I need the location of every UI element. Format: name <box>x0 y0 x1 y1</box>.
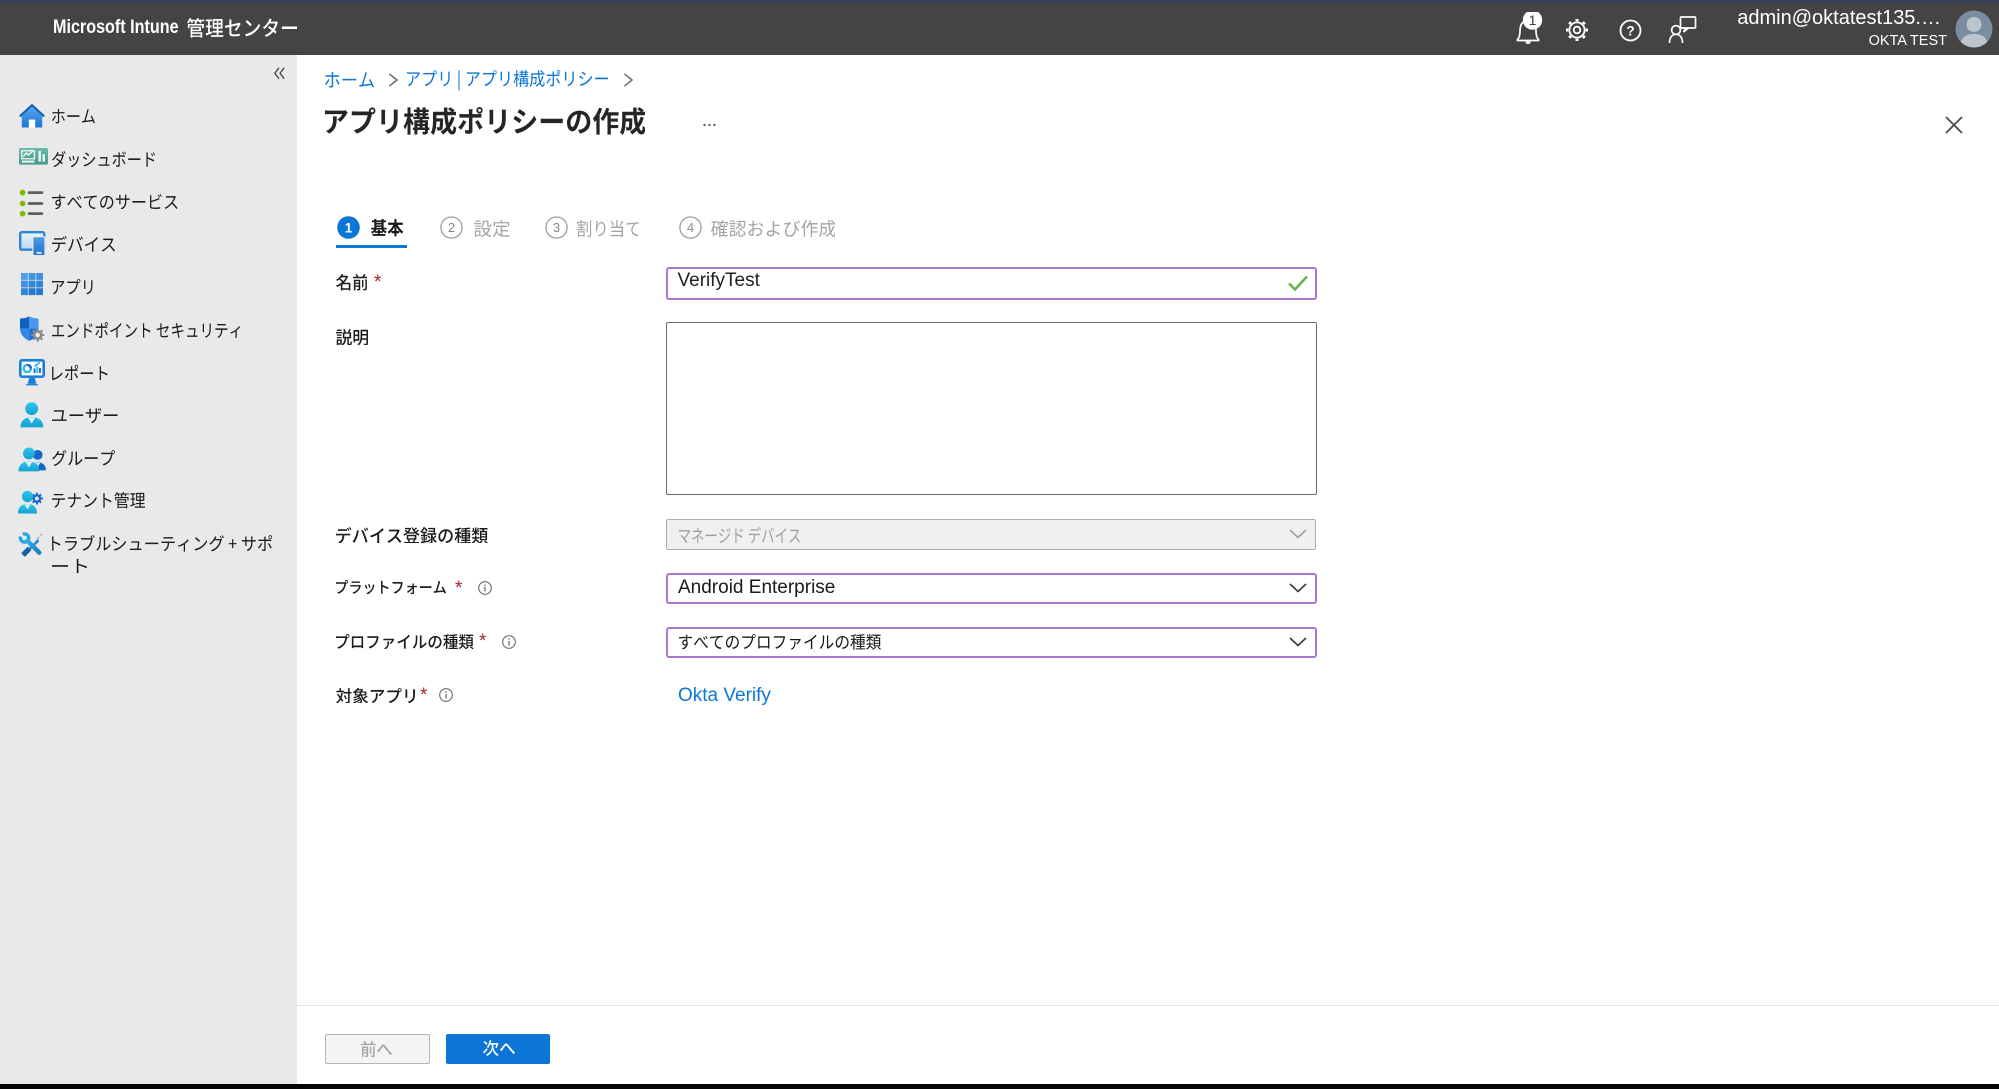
svg-text:?: ? <box>1626 23 1634 38</box>
svg-text:1: 1 <box>1529 12 1537 28</box>
svg-text:3: 3 <box>553 220 560 235</box>
svg-text:1: 1 <box>344 220 352 235</box>
svg-text:4: 4 <box>686 220 693 235</box>
svg-text:2: 2 <box>448 220 455 235</box>
